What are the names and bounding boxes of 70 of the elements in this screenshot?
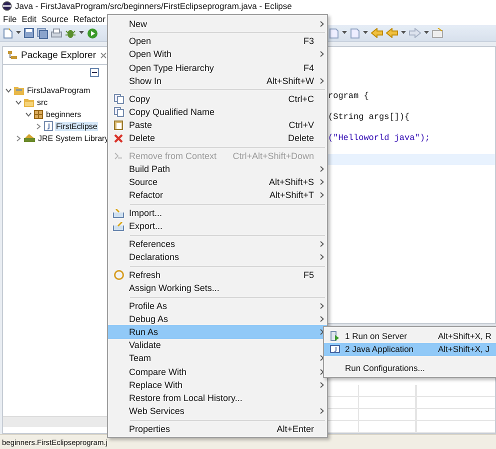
folder-icon bbox=[24, 98, 34, 106]
menu-item[interactable]: Export... bbox=[108, 220, 327, 233]
copy-icon bbox=[114, 106, 124, 117]
menu-item[interactable]: File bbox=[3, 14, 17, 24]
library-icon bbox=[24, 134, 35, 142]
menu-item[interactable]: Run Configurations... bbox=[324, 361, 496, 374]
menu-item[interactable]: Open F3 bbox=[108, 34, 327, 48]
run-icon[interactable] bbox=[87, 28, 98, 38]
menu-item[interactable]: Debug As bbox=[108, 312, 327, 326]
print-icon[interactable] bbox=[51, 28, 62, 38]
menu-item[interactable]: Source Alt+Shift+S bbox=[108, 176, 327, 189]
collapse-all-icon[interactable] bbox=[90, 68, 99, 77]
code-line: rogram { bbox=[328, 91, 369, 101]
menu-item[interactable]: Profile As bbox=[108, 299, 327, 312]
window-title: Java - FirstJavaProgram/src/beginners/FirstEclipseprogram.java - Eclipse bbox=[15, 1, 292, 11]
menu-item[interactable]: Replace With bbox=[108, 378, 327, 392]
menu-item[interactable]: Properties Alt+Enter bbox=[108, 422, 327, 436]
close-icon[interactable] bbox=[100, 52, 107, 59]
menu-item[interactable]: Edit bbox=[22, 14, 36, 24]
clipboard-icon bbox=[114, 120, 123, 130]
package-icon bbox=[34, 110, 43, 118]
menu-item[interactable]: Web Services bbox=[108, 404, 327, 418]
dropdown-icon[interactable] bbox=[363, 31, 368, 35]
code-line: (String args[]){ bbox=[328, 112, 410, 122]
menu-item[interactable]: Show In Alt+Shift+W bbox=[108, 74, 327, 88]
save-icon[interactable] bbox=[24, 28, 34, 38]
menu-item[interactable]: Paste Ctrl+V bbox=[108, 118, 327, 132]
server-icon bbox=[330, 330, 339, 341]
package-explorer-icon bbox=[8, 51, 17, 60]
menu-item[interactable]: Open Type Hierarchy F4 bbox=[108, 61, 327, 74]
tree-item[interactable]: src bbox=[36, 98, 49, 106]
save-all-icon[interactable] bbox=[37, 28, 48, 38]
export-icon bbox=[113, 222, 124, 231]
menu-item[interactable]: Refactor bbox=[73, 14, 106, 24]
menu-item[interactable]: New bbox=[108, 17, 327, 30]
dropdown-icon[interactable] bbox=[79, 31, 84, 35]
menu-item[interactable]: Delete Delete bbox=[108, 132, 327, 145]
menu-item[interactable]: Copy Qualified Name bbox=[108, 105, 327, 118]
back-icon[interactable] bbox=[386, 28, 398, 38]
java-file-icon bbox=[44, 121, 53, 131]
menu-item[interactable]: Import... bbox=[108, 206, 327, 220]
project-icon bbox=[14, 86, 24, 94]
new-file-icon[interactable] bbox=[3, 28, 13, 38]
menu-item[interactable]: Refresh F5 bbox=[108, 268, 327, 282]
delete-icon bbox=[114, 134, 123, 143]
menu-item[interactable]: Source bbox=[41, 14, 68, 24]
dropdown-icon[interactable] bbox=[424, 31, 429, 35]
bug-icon[interactable] bbox=[65, 28, 76, 38]
copy-icon bbox=[114, 94, 124, 104]
menu-item[interactable]: Copy Ctrl+C bbox=[108, 92, 327, 106]
import-icon bbox=[113, 208, 124, 218]
menu-item[interactable]: 1 Run on Server Alt+Shift+X, R bbox=[324, 329, 496, 342]
dropdown-icon[interactable] bbox=[16, 31, 21, 35]
menu-item[interactable]: References bbox=[108, 237, 327, 250]
code-line: ("Helloworld java"); bbox=[328, 133, 430, 143]
menu-item[interactable]: Declarations bbox=[108, 250, 327, 264]
menu-item[interactable]: Restore from Local History... bbox=[108, 391, 327, 405]
menu-item[interactable]: 2 Java Application Alt+Shift+X, J bbox=[324, 342, 496, 356]
tree-item[interactable]: FirstEclipse bbox=[55, 122, 98, 130]
menu-item[interactable]: Build Path bbox=[108, 162, 327, 176]
menu-item[interactable]: Run As bbox=[108, 325, 327, 339]
dropdown-icon[interactable] bbox=[401, 31, 406, 35]
menu-item[interactable]: Validate bbox=[108, 338, 327, 352]
java-app-icon bbox=[330, 345, 340, 354]
dropdown-icon[interactable] bbox=[342, 31, 347, 35]
arrow-left-icon[interactable] bbox=[371, 28, 383, 38]
tree-item[interactable]: FirstJavaProgram bbox=[26, 86, 92, 94]
menu-item[interactable]: Refactor Alt+Shift+T bbox=[108, 188, 327, 202]
menu-item[interactable]: Assign Working Sets... bbox=[108, 281, 327, 295]
tree-item[interactable]: beginners bbox=[45, 110, 82, 118]
